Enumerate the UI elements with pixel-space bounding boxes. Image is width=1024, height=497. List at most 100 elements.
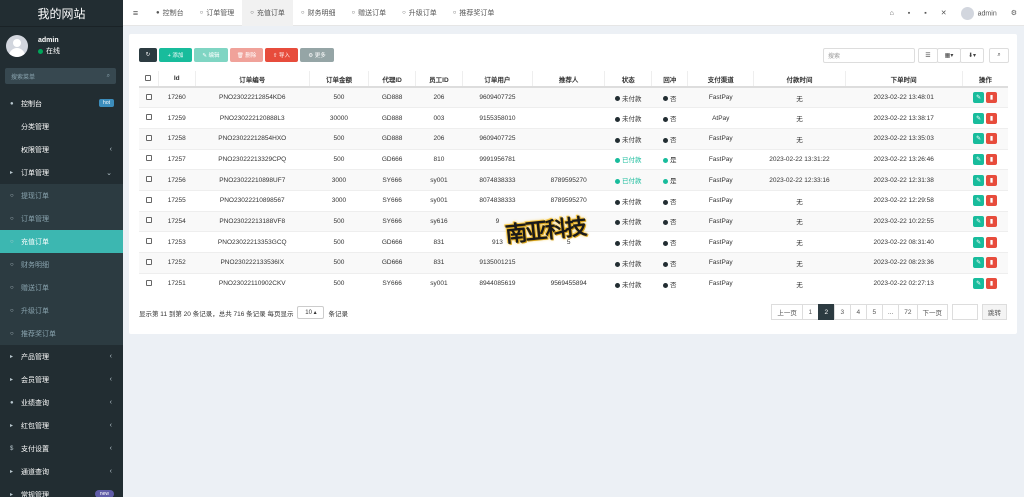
top-user[interactable]: admin [960, 6, 997, 20]
table-row[interactable]: 17259 PNO230222120888L3 30000 GD888 003 91553… [139, 107, 1008, 129]
trash-icon[interactable]: ▪ [908, 10, 910, 17]
brand-title[interactable]: 我的网站 [0, 0, 123, 27]
row-checkbox[interactable] [145, 196, 152, 203]
sidebar-item[interactable]: ▸ 会员管理 ‹ [0, 368, 123, 391]
nav-tab[interactable]: ○ 推荐奖订单 [445, 0, 503, 26]
search-button[interactable]: ⌕ [989, 48, 1009, 63]
row-checkbox[interactable] [145, 176, 152, 183]
menu-toggle-icon[interactable]: ≡ [123, 8, 148, 18]
row-checkbox[interactable] [145, 155, 152, 162]
edit-icon[interactable]: ✎ [973, 278, 985, 290]
row-checkbox[interactable] [145, 114, 152, 121]
delete-icon[interactable]: ▮ [986, 133, 998, 145]
page-button[interactable]: 1 [801, 304, 819, 320]
row-select[interactable] [139, 86, 159, 108]
row-checkbox[interactable] [145, 238, 152, 245]
delete-icon[interactable]: ▮ [986, 174, 998, 186]
sidebar-item[interactable]: ● 业绩查询 ‹ [0, 391, 123, 414]
delete-icon[interactable]: ▮ [986, 215, 998, 227]
page-button[interactable]: 4 [849, 304, 867, 320]
edit-icon[interactable]: ✎ [973, 195, 985, 207]
delete-icon[interactable]: ▮ [986, 278, 998, 290]
edit-icon[interactable]: ✎ [973, 133, 985, 145]
sidebar-item[interactable]: $ 支付设置 ‹ [0, 437, 123, 460]
edit-icon[interactable]: ✎ [973, 236, 985, 248]
table-search-input[interactable]: 搜索 [823, 48, 915, 63]
refresh-button[interactable]: ↻ [139, 48, 157, 62]
more-button[interactable]: ⚙ 更多 [300, 48, 334, 62]
row-select[interactable] [139, 107, 159, 129]
edit-button[interactable]: ✎ 编辑 [194, 48, 228, 62]
delete-icon[interactable]: ▮ [986, 153, 998, 165]
page-button[interactable]: 2 [817, 304, 835, 320]
fullscreen-icon[interactable]: ✕ [941, 9, 947, 17]
sidebar-item[interactable]: ○ 订单管理 [0, 207, 123, 230]
table-row[interactable]: 17252 PNO230222133536IX 500 GD666 831 9135001… [139, 252, 1008, 274]
table-row[interactable]: 17258 PNO23022212854HXO 500 GD888 206 9609407… [139, 127, 1008, 150]
row-checkbox[interactable] [145, 258, 152, 265]
select-all-checkbox[interactable] [145, 74, 152, 81]
translate-icon[interactable]: ▪ [924, 10, 926, 17]
nav-tab[interactable]: ● 控制台 [148, 0, 192, 26]
edit-icon[interactable]: ✎ [973, 92, 985, 104]
sidebar-item[interactable]: ○ 财务明细 [0, 253, 123, 276]
nav-tab[interactable]: ○ 充值订单 [242, 0, 293, 26]
goto-button[interactable]: 跳转 [982, 304, 1007, 320]
table-row[interactable]: 17257 PNO23022213329CPQ 500 GD666 810 9991956… [139, 148, 1008, 170]
row-select[interactable] [139, 127, 159, 150]
row-select[interactable] [139, 169, 159, 191]
row-select[interactable] [139, 210, 159, 232]
goto-page-input[interactable] [952, 304, 978, 320]
delete-icon[interactable]: ▮ [986, 236, 998, 248]
delete-icon[interactable]: ▮ [986, 112, 998, 124]
nav-tab[interactable]: ○ 财务明细 [293, 0, 344, 26]
sidebar-item[interactable]: ○ 推荐奖订单 [0, 322, 123, 345]
view-toggle-icon[interactable]: ☰ [918, 48, 938, 63]
row-checkbox[interactable] [145, 93, 152, 100]
delete-icon[interactable]: ▮ [986, 257, 998, 269]
page-button[interactable]: 5 [865, 304, 883, 320]
delete-icon[interactable]: ▮ [986, 92, 998, 104]
columns-icon[interactable]: ▦▾ [937, 48, 961, 63]
sidebar-item[interactable]: ○ 提现订单 [0, 184, 123, 207]
edit-icon[interactable]: ✎ [973, 153, 985, 165]
page-button[interactable]: 72 [898, 304, 918, 320]
page-button[interactable]: 3 [833, 304, 851, 320]
nav-tab[interactable]: ○ 升级订单 [394, 0, 445, 26]
nav-tab[interactable]: ○ 订单管理 [192, 0, 243, 26]
column-header[interactable] [139, 71, 159, 88]
add-button[interactable]: + 添加 [159, 48, 192, 62]
sidebar-item[interactable]: ▸ 通道查询 ‹ [0, 460, 123, 483]
nav-tab[interactable]: ○ 赠送订单 [344, 0, 395, 26]
row-select[interactable] [139, 272, 159, 294]
page-button[interactable]: 上一页 [771, 304, 803, 320]
sidebar-item[interactable]: ▸ 常规管理 new [0, 483, 123, 497]
import-button[interactable]: ⇧ 导入 [265, 48, 298, 62]
table-row[interactable]: 17251 PNO23022110902CKV 500 SY666 sy001 89440… [139, 272, 1008, 294]
edit-icon[interactable]: ✎ [973, 257, 985, 269]
page-button[interactable]: 下一页 [916, 304, 948, 320]
sidebar-search-input[interactable]: 搜索菜单 ⌕ [5, 68, 116, 84]
row-checkbox[interactable] [145, 134, 152, 141]
row-select[interactable] [139, 189, 159, 212]
row-select[interactable] [139, 148, 159, 170]
sidebar-item[interactable]: ○ 赠送订单 [0, 276, 123, 299]
export-icon[interactable]: ⬇▾ [960, 48, 984, 63]
row-select[interactable] [139, 231, 159, 253]
row-checkbox[interactable] [145, 279, 152, 286]
sidebar-item[interactable]: ▸ 红包管理 ‹ [0, 414, 123, 437]
settings-icon[interactable]: ⚙ [1011, 9, 1017, 17]
edit-icon[interactable]: ✎ [973, 112, 985, 124]
search-icon[interactable]: ⌕ [107, 73, 110, 80]
home-icon[interactable]: ⌂ [890, 10, 894, 17]
sidebar-item[interactable]: 分类管理 [0, 115, 123, 138]
table-row[interactable]: 17260 PNO23022212854KD6 500 GD888 206 9609407… [139, 86, 1008, 108]
row-checkbox[interactable] [145, 217, 152, 224]
sidebar-item[interactable]: ● 控制台 hot [0, 92, 123, 115]
sidebar-item[interactable]: ○ 升级订单 [0, 299, 123, 322]
sidebar-item[interactable]: ▸ 产品管理 ‹ [0, 345, 123, 368]
edit-icon[interactable]: ✎ [973, 215, 985, 227]
delete-button[interactable]: 🗑 删除 [230, 48, 263, 62]
row-select[interactable] [139, 252, 159, 274]
delete-icon[interactable]: ▮ [986, 195, 998, 207]
